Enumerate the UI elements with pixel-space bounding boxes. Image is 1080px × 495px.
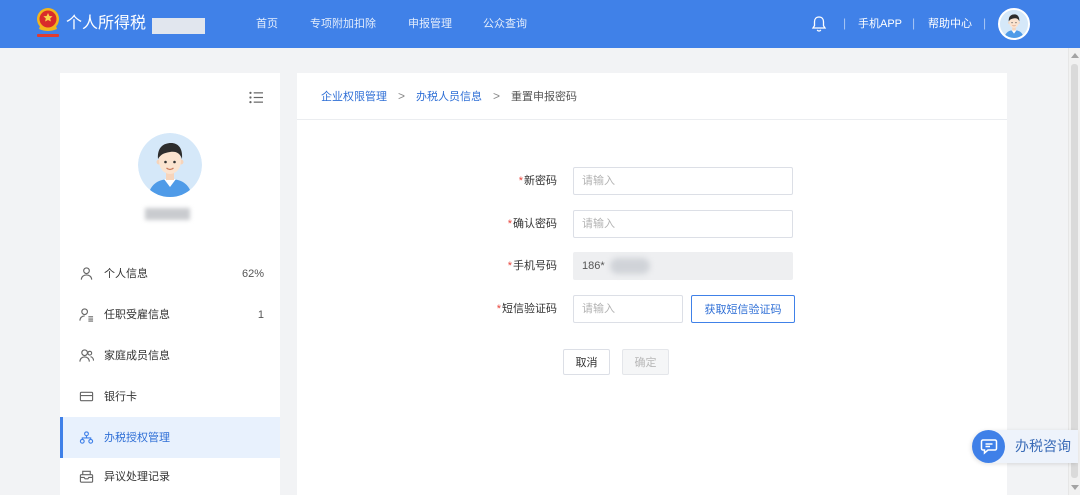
nav-home[interactable]: 首页	[256, 17, 278, 31]
user-avatar[interactable]	[998, 8, 1030, 40]
sidebar-item-label: 银行卡	[104, 390, 137, 403]
sidebar: 个人信息 62% 任职受雇信息 1 家庭成员信息 银行卡 办税授权管理 异议处理…	[60, 73, 280, 495]
confirm-password-label: *确认密码	[397, 210, 557, 238]
sidebar-item-tax-authorization[interactable]: 办税授权管理	[60, 417, 280, 458]
bank-card-icon	[79, 389, 94, 404]
breadcrumb-enterprise-permissions[interactable]: 企业权限管理	[321, 88, 387, 104]
breadcrumb-current-page: 重置申报密码	[511, 91, 578, 103]
nav-declaration-management[interactable]: 申报管理	[408, 17, 452, 31]
breadcrumb: 企业权限管理 > 办税人员信息 > 重置申报密码	[297, 73, 1007, 120]
confirm-password-input[interactable]	[573, 210, 793, 238]
breadcrumb-separator: >	[398, 89, 406, 103]
page-scrollbar[interactable]	[1068, 48, 1080, 495]
phone-number-field	[573, 252, 793, 280]
confirm-password-label-text: 确认密码	[513, 218, 557, 230]
sidebar-item-label: 家庭成员信息	[104, 349, 170, 362]
family-icon	[79, 348, 94, 363]
breadcrumb-tax-staff-info[interactable]: 办税人员信息	[416, 88, 482, 104]
phone-label: *手机号码	[397, 252, 557, 280]
app-title: 个人所得税	[66, 15, 147, 32]
nav-special-deductions[interactable]: 专项附加扣除	[310, 17, 376, 31]
redacted-region	[152, 18, 205, 34]
sidebar-menu: 个人信息 62% 任职受雇信息 1 家庭成员信息 银行卡 办税授权管理 异议处理…	[60, 253, 280, 495]
sidebar-item-employment-info[interactable]: 任职受雇信息 1	[60, 294, 280, 335]
sms-code-label-text: 短信验证码	[502, 303, 557, 315]
required-mark: *	[496, 303, 501, 315]
employment-count: 1	[257, 308, 264, 321]
sms-code-label: *短信验证码	[397, 295, 557, 323]
confirm-button[interactable]: 确定	[622, 349, 669, 375]
main-panel: 企业权限管理 > 办税人员信息 > 重置申报密码 *新密码 *确认密码 *手机号…	[297, 73, 1007, 495]
redacted-phone-digits	[610, 258, 650, 274]
chat-icon	[972, 430, 1005, 463]
scroll-down-arrow[interactable]	[1071, 485, 1079, 490]
required-mark: *	[518, 175, 523, 187]
authorization-icon	[79, 430, 94, 445]
mobile-app-link[interactable]: 手机APP	[858, 17, 902, 31]
cancel-button[interactable]: 取消	[563, 349, 610, 375]
new-password-label: *新密码	[397, 167, 557, 195]
get-sms-code-button[interactable]: 获取短信验证码	[691, 295, 795, 323]
new-password-input[interactable]	[573, 167, 793, 195]
sidebar-item-bank-card[interactable]: 银行卡	[60, 376, 280, 417]
sidebar-item-label: 办税授权管理	[104, 431, 170, 444]
tax-consult-button[interactable]: 办税咨询	[972, 430, 1078, 463]
scrollbar-thumb[interactable]	[1071, 64, 1078, 478]
user-list-icon	[79, 307, 94, 322]
header-separator: |	[843, 16, 847, 30]
scroll-up-arrow[interactable]	[1071, 53, 1079, 58]
top-header: 个人所得税 首页 专项附加扣除 申报管理 公众查询 | 手机APP | 帮助中心…	[0, 0, 1080, 48]
user-icon	[79, 266, 94, 281]
sidebar-item-label: 异议处理记录	[104, 470, 170, 483]
profile-avatar	[138, 133, 202, 197]
objection-record-icon	[79, 469, 94, 484]
breadcrumb-separator: >	[493, 89, 501, 103]
help-center-link[interactable]: 帮助中心	[928, 17, 972, 31]
required-mark: *	[507, 260, 512, 272]
sidebar-item-label: 任职受雇信息	[104, 308, 170, 321]
tax-emblem-logo[interactable]	[34, 6, 62, 42]
nav-public-inquiry[interactable]: 公众查询	[483, 17, 527, 31]
new-password-label-text: 新密码	[524, 175, 557, 187]
header-separator: |	[983, 16, 987, 30]
phone-label-text: 手机号码	[513, 260, 557, 272]
header-separator: |	[912, 16, 916, 30]
sidebar-item-objection-records[interactable]: 异议处理记录	[60, 458, 280, 495]
sidebar-item-family-members[interactable]: 家庭成员信息	[60, 335, 280, 376]
bell-icon[interactable]	[811, 15, 827, 33]
sms-code-input[interactable]	[573, 295, 683, 323]
required-mark: *	[507, 218, 512, 230]
sidebar-item-label: 个人信息	[104, 267, 148, 280]
redacted-user-name	[145, 208, 190, 220]
menu-list-icon[interactable]	[249, 91, 264, 104]
completion-percent: 62%	[241, 267, 264, 280]
sidebar-item-personal-info[interactable]: 个人信息 62%	[60, 253, 280, 294]
tax-consult-label: 办税咨询	[1015, 438, 1071, 454]
